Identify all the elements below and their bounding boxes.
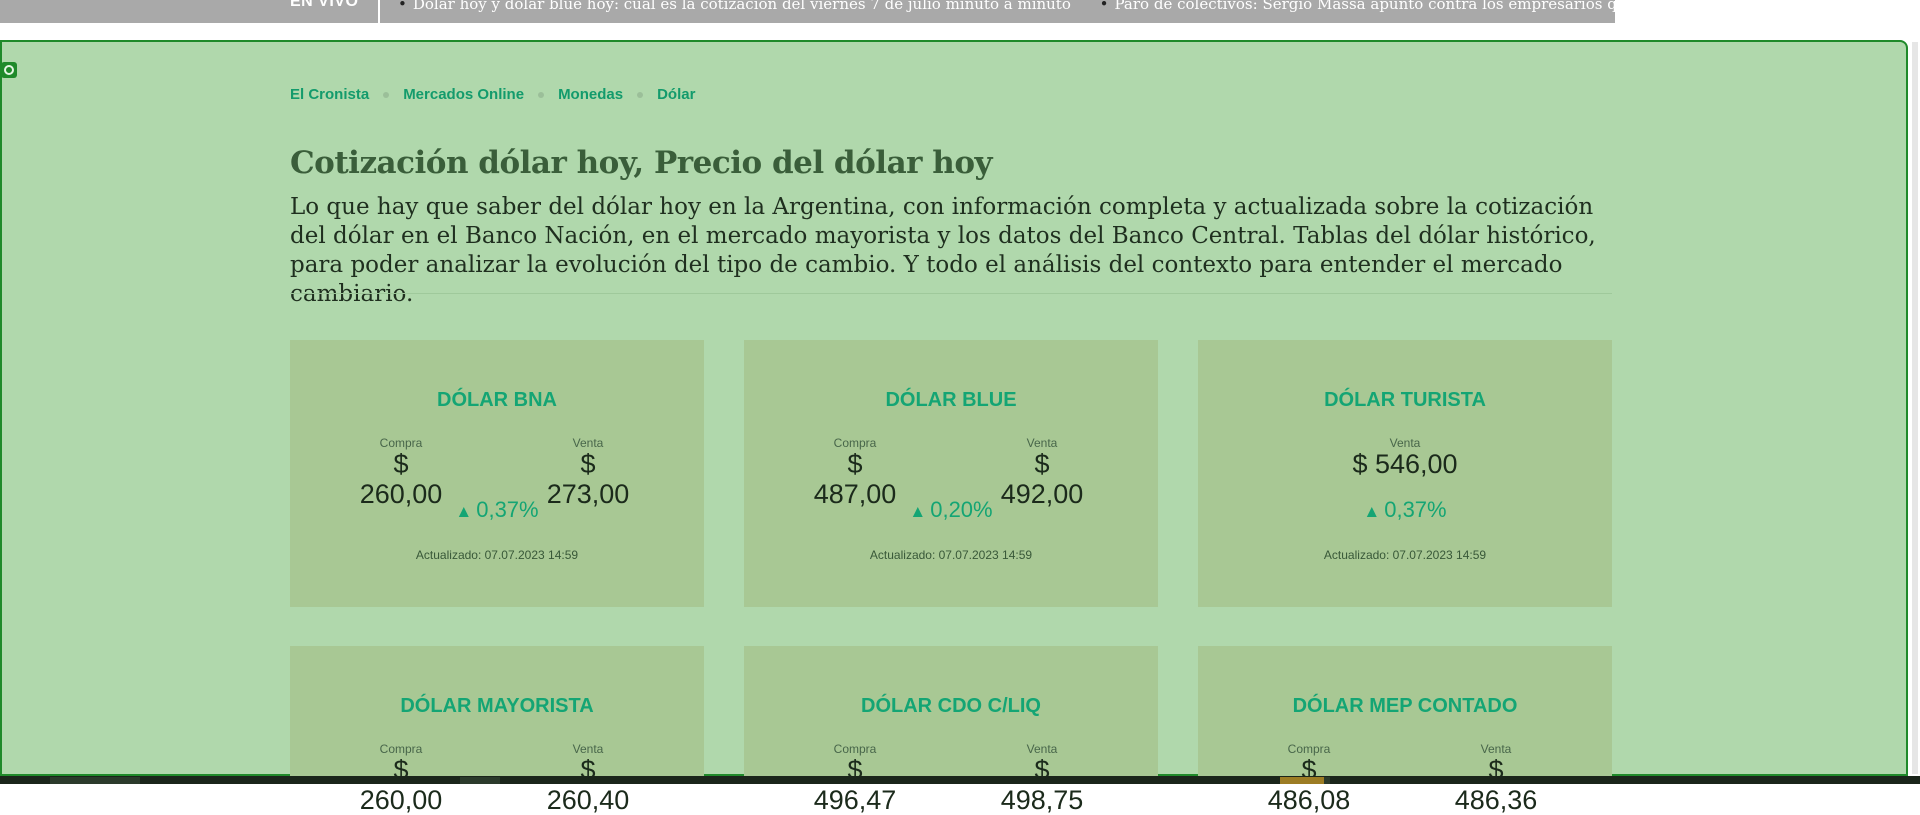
quote-card-dolar-mep-contado[interactable]: DÓLAR MEP CONTADO Compra $ 486,08 Venta …: [1198, 646, 1612, 815]
variation-value: 0,20%: [930, 497, 993, 522]
scrollbar[interactable]: [1912, 42, 1918, 774]
sell-label: Venta: [572, 742, 604, 756]
buy-label: Compra: [379, 742, 423, 756]
sell-label: Venta: [572, 436, 604, 450]
live-ticker: EN VIVO Dólar hoy y dólar blue hoy: cuál…: [0, 0, 1920, 23]
page-title: Cotización dólar hoy, Precio del dólar h…: [290, 145, 993, 181]
card-title: DÓLAR TURISTA: [1324, 389, 1486, 411]
breadcrumb-separator: [538, 91, 545, 98]
breadcrumb-separator: [637, 91, 644, 98]
breadcrumb-item-el-cronista[interactable]: El Cronista: [290, 86, 369, 103]
triangle-up-icon: ▲: [455, 502, 473, 521]
quote-card-dolar-mayorista[interactable]: DÓLAR MAYORISTA Compra $ 260,00 Venta $ …: [290, 646, 704, 815]
ticker-gutter: [1615, 0, 1920, 23]
card-title: DÓLAR CDO C/LIQ: [861, 695, 1041, 717]
updated-timestamp: Actualizado: 07.07.2023 14:59: [415, 548, 579, 562]
updated-timestamp: Actualizado: 07.07.2023 14:59: [1323, 548, 1487, 562]
ticker-headline[interactable]: Paro de colectivos: Sergio Massa apuntó …: [1100, 0, 1615, 13]
sell-value: $ 498,75: [1000, 755, 1084, 815]
os-taskbar: [0, 776, 1920, 784]
updated-timestamp: Actualizado: 07.07.2023 14:59: [869, 548, 1033, 562]
breadcrumb: El Cronista Mercados Online Monedas Dóla…: [290, 86, 695, 103]
quote-card-dolar-cdo-c-liq[interactable]: DÓLAR CDO C/LIQ Compra $ 496,47 Venta $ …: [744, 646, 1158, 815]
divider: [290, 293, 1612, 294]
breadcrumb-item-dolar[interactable]: Dólar: [657, 86, 695, 103]
sell-value: $ 546,00: [1352, 449, 1458, 479]
ticker-headline[interactable]: Dólar hoy y dólar blue hoy: cuál es la c…: [398, 0, 1071, 13]
live-label: EN VIVO: [290, 0, 359, 10]
page-description: Lo que hay que saber del dólar hoy en la…: [290, 194, 1596, 307]
sell-value: $ 260,40: [546, 755, 630, 815]
quote-card-dolar-blue[interactable]: DÓLAR BLUE Compra $ 487,00 Venta $ 492,0…: [744, 340, 1158, 607]
breadcrumb-separator: [383, 91, 390, 98]
sell-label: Venta: [1389, 436, 1421, 450]
triangle-up-icon: ▲: [909, 502, 927, 521]
quote-card-dolar-bna[interactable]: DÓLAR BNA Compra $ 260,00 Venta $ 273,00…: [290, 340, 704, 607]
taskbar-button[interactable]: [50, 777, 140, 784]
quote-card-dolar-turista[interactable]: DÓLAR TURISTA Venta $ 546,00 ▲ 0,37% Actu…: [1198, 340, 1612, 607]
variation: ▲ 0,20%: [744, 497, 1158, 523]
buy-value: $ 486,08: [1267, 755, 1351, 815]
taskbar-button-active[interactable]: [1280, 777, 1324, 784]
variation: ▲ 0,37%: [1198, 497, 1612, 523]
sell-label: Venta: [1480, 742, 1512, 756]
card-title: DÓLAR MAYORISTA: [400, 695, 594, 717]
ticker-separator: [378, 0, 380, 23]
breadcrumb-item-monedas[interactable]: Monedas: [558, 86, 623, 103]
ticker-headlines: Dólar hoy y dólar blue hoy: cuál es la c…: [398, 0, 1615, 13]
buy-value: $ 260,00: [359, 755, 443, 815]
buy-value: $ 496,47: [813, 755, 897, 815]
sell-value: $ 486,36: [1454, 755, 1538, 815]
target-icon[interactable]: [1, 62, 17, 78]
sell-label: Venta: [1026, 436, 1058, 450]
variation-value: 0,37%: [476, 497, 539, 522]
card-title: DÓLAR BLUE: [885, 389, 1017, 411]
buy-label: Compra: [1287, 742, 1331, 756]
breadcrumb-item-mercados-online[interactable]: Mercados Online: [403, 86, 524, 103]
buy-label: Compra: [833, 436, 877, 450]
buy-label: Compra: [379, 436, 423, 450]
sell-price: Venta $ 546,00: [1350, 437, 1460, 479]
triangle-up-icon: ▲: [1363, 502, 1381, 521]
card-title: DÓLAR BNA: [437, 389, 557, 411]
variation-value: 0,37%: [1384, 497, 1447, 522]
sell-label: Venta: [1026, 742, 1058, 756]
taskbar-button[interactable]: [460, 777, 500, 784]
buy-label: Compra: [833, 742, 877, 756]
card-title: DÓLAR MEP CONTADO: [1292, 695, 1518, 717]
variation: ▲ 0,37%: [290, 497, 704, 523]
